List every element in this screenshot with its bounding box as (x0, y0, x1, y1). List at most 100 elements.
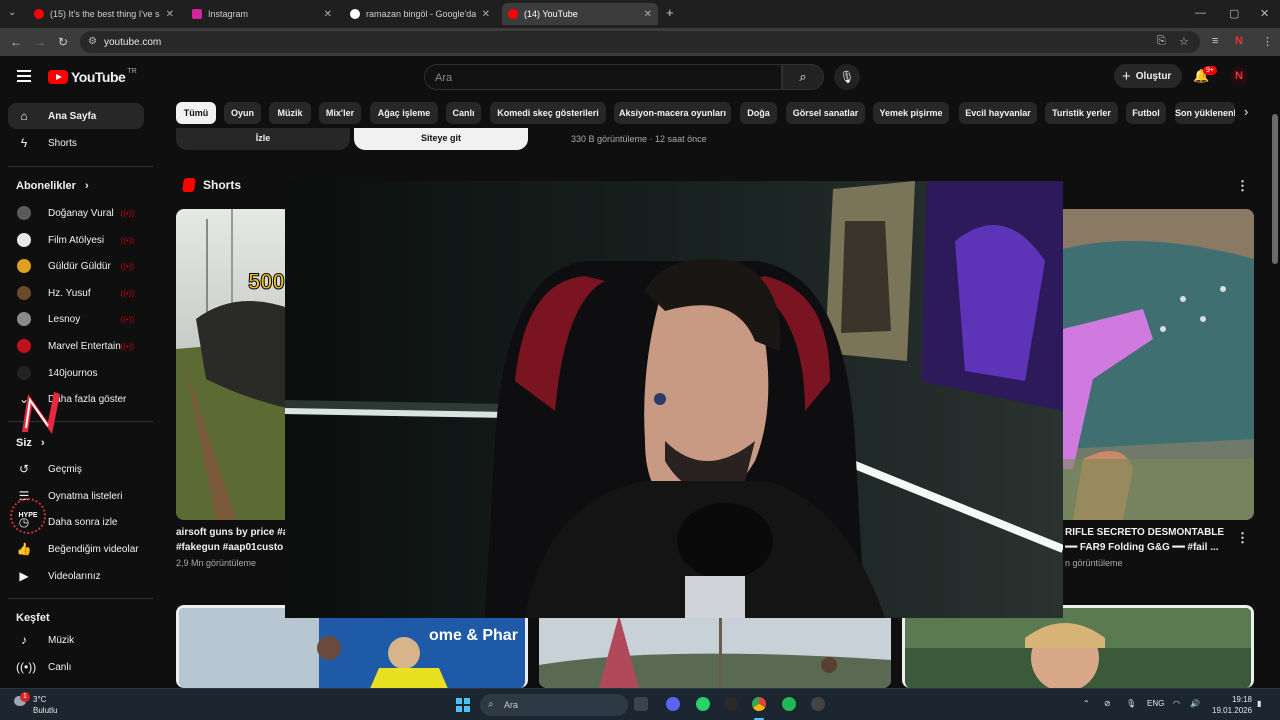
browser-tab-2[interactable]: Instagram ✕ (186, 3, 338, 25)
close-tab-icon[interactable]: ✕ (482, 9, 490, 20)
sidebar-item-subscription[interactable]: Doğanay Vural ((•)) (8, 200, 144, 226)
watch-button[interactable]: İzle (176, 128, 350, 150)
browser-tab-3[interactable]: ramazan bingöl - Google'da Ara ✕ (344, 3, 496, 25)
page-scrollbar[interactable] (1270, 56, 1280, 688)
search-button[interactable]: ⌕ (782, 64, 824, 90)
chip[interactable]: Oyun (224, 102, 261, 124)
account-avatar[interactable]: N (1230, 67, 1248, 85)
create-button[interactable]: + Oluştur (1114, 64, 1182, 88)
sidebar-item-subscription[interactable]: Lesnoy ((•)) (8, 306, 144, 332)
sidebar-item-subscription[interactable]: Hz. Yusuf ((•)) (8, 280, 144, 306)
windows-start-icon[interactable] (456, 698, 470, 712)
volume-icon[interactable]: 🔊 (1190, 699, 1200, 708)
more-options-icon[interactable]: ⋮ (1236, 178, 1249, 194)
sidebar-item-subscription[interactable]: 140journos (8, 360, 144, 386)
close-tab-icon[interactable]: ✕ (644, 9, 652, 20)
like-icon: 👍 (16, 542, 32, 556)
visit-site-button[interactable]: Siteye git (354, 128, 528, 150)
short-title[interactable]: RIFLE SECRETO DESMONTABLE (1065, 525, 1230, 540)
back-icon[interactable]: ← (10, 35, 22, 49)
profile-avatar-icon[interactable]: N (1235, 35, 1243, 47)
you-header[interactable]: Siz › (16, 437, 45, 449)
short-thumbnail[interactable]: 500 (176, 209, 291, 520)
forward-icon[interactable]: → (34, 35, 46, 49)
network-icon[interactable]: ⊘ (1104, 699, 1111, 708)
sidebar-item-subscription[interactable]: Marvel Entertain... ((•)) (8, 333, 144, 359)
install-icon[interactable]: ⎘ (1157, 35, 1166, 48)
chevron-right-icon[interactable]: › (1244, 104, 1248, 119)
plus-icon: + (1122, 67, 1131, 85)
bookmark-star-icon[interactable]: ☆ (1179, 35, 1189, 48)
sidebar-item-live[interactable]: ((•)) Canlı (8, 654, 144, 680)
wifi-icon[interactable]: ◠ (1173, 699, 1180, 708)
taskbar-search-input[interactable]: ⌕ Ara (480, 694, 628, 716)
sidebar-item-home[interactable]: ⌂ Ana Sayfa (8, 103, 144, 129)
shorts-title: Shorts (203, 178, 242, 192)
chip[interactable]: Yemek pişirme (873, 102, 949, 124)
app-icon[interactable] (724, 697, 738, 711)
sidebar-item-liked[interactable]: 👍 Beğendiğim videolar (8, 536, 144, 562)
chip[interactable]: Futbol (1126, 102, 1166, 124)
browser-tab-4[interactable]: (14) YouTube ✕ (502, 3, 658, 25)
short-title[interactable]: airsoft guns by price #a (176, 525, 286, 540)
subscriptions-header[interactable]: Abonelikler › (16, 180, 89, 192)
short-thumbnail[interactable] (1063, 209, 1254, 520)
notifications-icon[interactable]: ▮ (1257, 699, 1261, 708)
chrome-icon[interactable] (752, 697, 766, 711)
live-indicator-icon: ((•)) (120, 235, 134, 245)
short-views: n görüntüleme (1065, 558, 1123, 568)
maximize-icon[interactable]: ▢ (1229, 7, 1239, 20)
site-info-icon[interactable]: ⚙ (88, 36, 97, 47)
search-input[interactable]: Ara (424, 64, 782, 90)
short-title[interactable]: #fakegun #aap01custo (176, 540, 286, 555)
browser-tab-1[interactable]: (15) It's the best thing I've seen ✕ (28, 3, 180, 25)
chip[interactable]: Tümü (176, 102, 216, 124)
voice-search-button[interactable]: 🎙 (834, 64, 860, 90)
discord-icon[interactable] (666, 697, 680, 711)
chip[interactable]: Mix'ler (319, 102, 361, 124)
chip[interactable]: Son yüklenenler (1175, 102, 1235, 124)
spotify-icon[interactable] (782, 697, 796, 711)
sidebar-item-subscription[interactable]: Güldür Güldür ((•)) (8, 253, 144, 279)
close-tab-icon[interactable]: ✕ (166, 9, 174, 20)
youtube-logo[interactable]: YouTube TR (48, 68, 137, 85)
microphone-icon: 🎙 (839, 70, 855, 84)
short-title[interactable]: ━━ FAR9 Folding G&G ━━ #fail ... (1065, 540, 1230, 555)
microphone-icon[interactable]: 🎙 (1126, 699, 1136, 708)
scrollbar-thumb[interactable] (1272, 114, 1278, 264)
url-field[interactable]: ⚙ youtube.com (80, 31, 1200, 53)
short-thumbnail-image (1063, 209, 1254, 520)
chip[interactable]: Aksiyon-macera oyunları (614, 102, 731, 124)
more-options-icon[interactable]: ⋮ (1236, 530, 1249, 546)
chip[interactable]: Turistik yerler (1045, 102, 1118, 124)
chip[interactable]: Ağaç işleme (370, 102, 438, 124)
chevron-up-icon[interactable]: ⌃ (1083, 699, 1090, 708)
sidebar-item-your-videos[interactable]: ▶ Videolarınız (8, 563, 144, 589)
clock[interactable]: 19:18 19.01.2026 (1212, 694, 1252, 716)
minimize-icon[interactable]: — (1195, 7, 1206, 19)
sidebar-item-music[interactable]: ♪ Müzik (8, 627, 144, 653)
chip[interactable]: Evcil hayvanlar (959, 102, 1037, 124)
tab-search-icon[interactable]: ⌄ (8, 7, 16, 18)
reading-list-icon[interactable]: ≡ (1212, 35, 1218, 47)
weather-widget[interactable]: 3°C Bulutlu (33, 694, 57, 716)
close-tab-icon[interactable]: ✕ (324, 9, 332, 20)
close-window-icon[interactable]: ✕ (1260, 7, 1269, 20)
new-tab-icon[interactable]: + (666, 5, 674, 20)
chip[interactable]: Canlı (446, 102, 481, 124)
reload-icon[interactable]: ↻ (58, 35, 68, 49)
menu-icon[interactable] (17, 70, 31, 82)
chip[interactable]: Müzik (269, 102, 311, 124)
sidebar-item-history[interactable]: ↺ Geçmiş (8, 456, 144, 482)
app-icon[interactable] (811, 697, 825, 711)
language-indicator[interactable]: ENG (1147, 699, 1164, 708)
chip[interactable]: Doğa (740, 102, 777, 124)
chip[interactable]: Görsel sanatlar (786, 102, 865, 124)
task-view-icon[interactable] (634, 697, 648, 711)
youtube-favicon-icon (34, 9, 44, 19)
whatsapp-icon[interactable] (696, 697, 710, 711)
sidebar-item-subscription[interactable]: Film Atölyesi ((•)) (8, 227, 144, 253)
sidebar-item-shorts[interactable]: ϟ Shorts (8, 130, 144, 156)
chip[interactable]: Komedi skeç gösterileri (490, 102, 606, 124)
browser-menu-icon[interactable]: ⋮ (1262, 35, 1273, 48)
